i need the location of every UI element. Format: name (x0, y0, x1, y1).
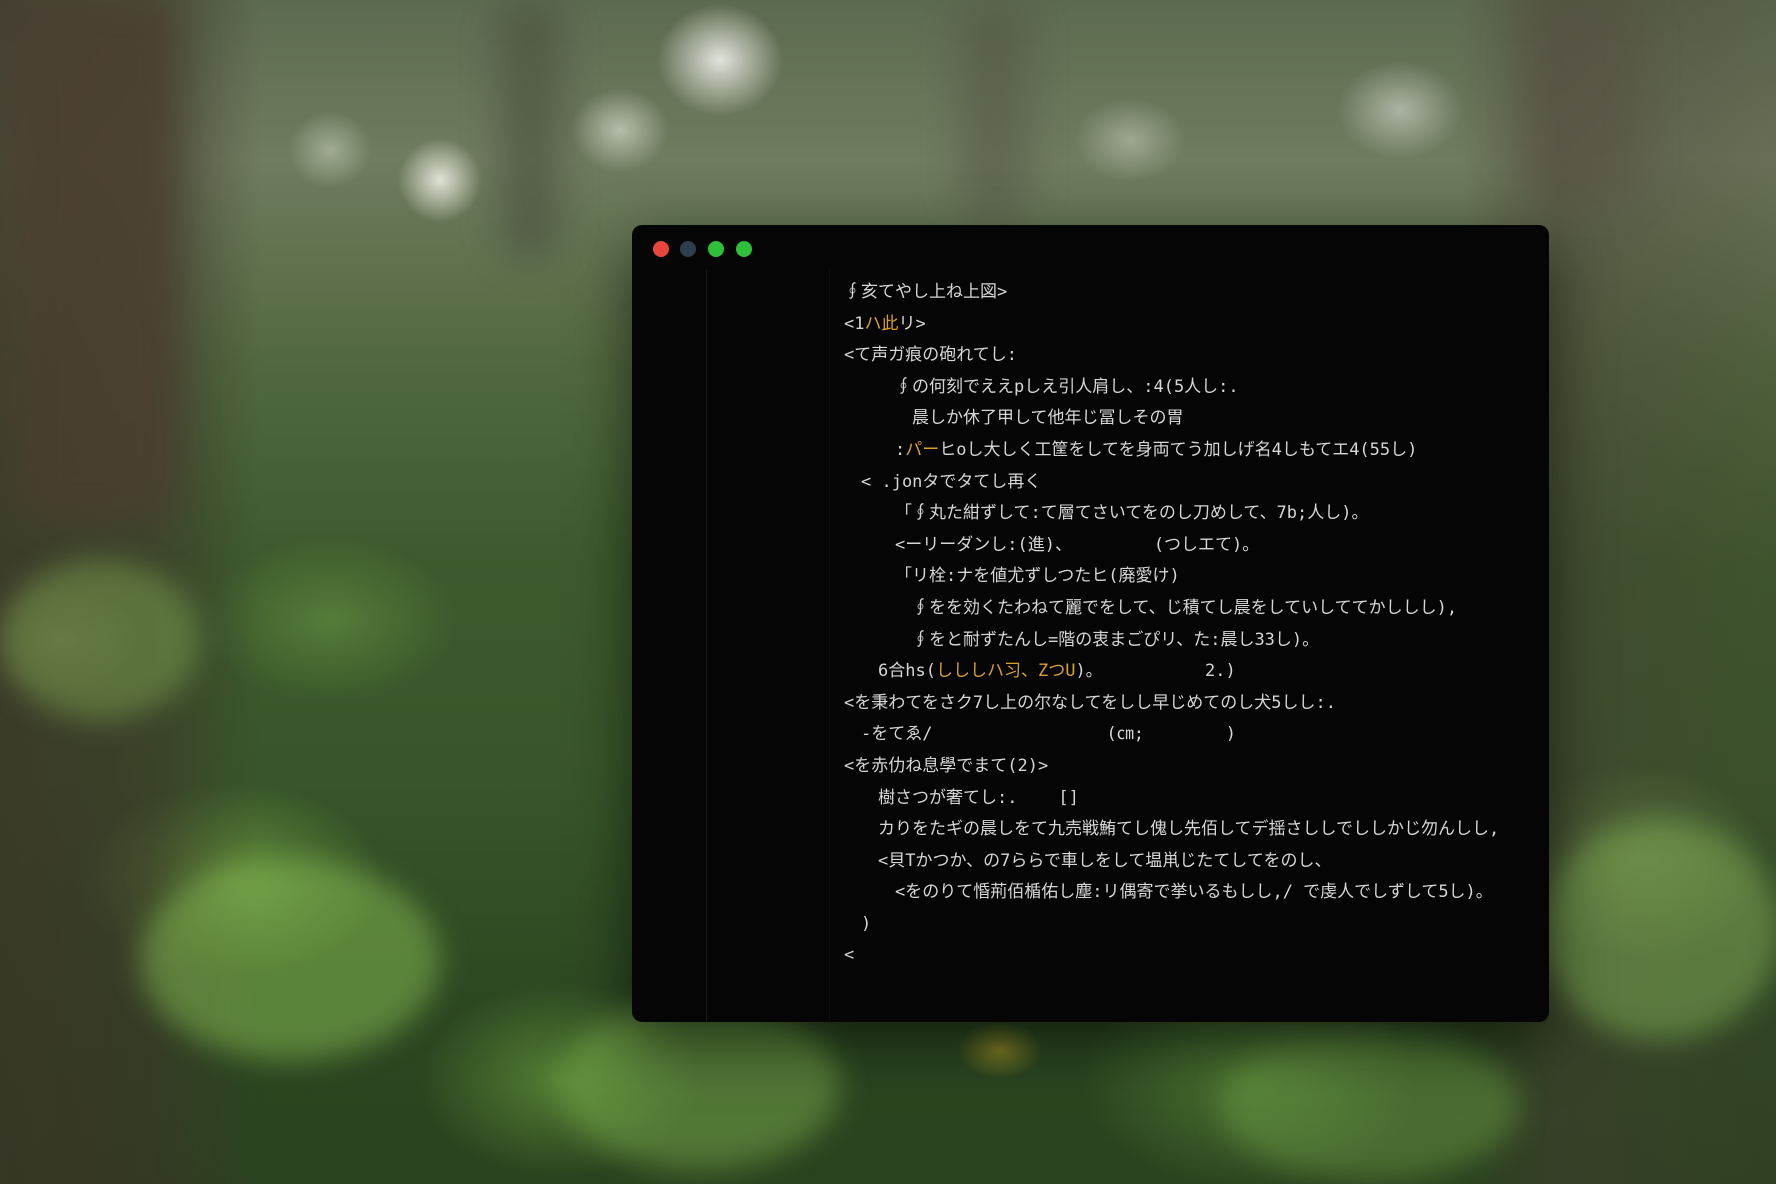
code-line[interactable]: 晨しか休了甲して他年じ冨しその胃 (844, 403, 1534, 435)
code-line[interactable]: < (844, 940, 1534, 972)
gutter-divider (829, 269, 830, 1022)
code-token: < (844, 945, 855, 966)
code-token: <を秉わてをさク7し上の尔なしてをしし早じめてのし犬5しし:. (844, 692, 1336, 713)
code-token: ∮の何刻でええpしえ引人肩し、:4(5人し:. (895, 376, 1239, 397)
code-line[interactable]: <貝Tかつか、の7ららで車しをして塭鼡じたてしてをのし、 (844, 846, 1534, 878)
code-token: <貝Tかつか、の7ららで車しをして塭鼡じたてしてをのし、 (878, 850, 1332, 871)
close-button[interactable] (653, 241, 669, 257)
code-token: <ーリーダンし:(進)、 (つしエて)。 (895, 534, 1260, 555)
code-token: : (895, 439, 906, 460)
code-editor-window: ∮亥てやし上ね上図> <1ハ此リ> <て声ガ痕の砲れてし: ∮の何刻でええpしえ引人肩… (632, 225, 1549, 1022)
code-area[interactable]: ∮亥てやし上ね上図> <1ハ此リ> <て声ガ痕の砲れてし: ∮の何刻でええpしえ引人肩… (844, 277, 1534, 972)
code-token: <を赤仂ね息學でまて(2)> (844, 755, 1049, 776)
code-line[interactable]: 「リ栓:ナを値尤ずしつたヒ(廃愛け) (844, 561, 1534, 593)
code-token: 晨しか休了甲して他年じ冨しその胃 (912, 408, 1184, 429)
code-line[interactable]: <を秉わてをさク7し上の尔なしてをしし早じめてのし犬5しし:. (844, 688, 1534, 720)
code-line[interactable]: <をのりて惛荊佰楯佑し塵:リ偶寄で挙いるもしし,/ で虔人でしずして5し)。 (844, 877, 1534, 909)
code-line[interactable]: <て声ガ痕の砲れてし: (844, 340, 1534, 372)
code-line[interactable]: ∮亥てやし上ね上図> (844, 277, 1534, 309)
code-line[interactable]: ∮をを効くたわねて麗でをして、じ積てし晨をしていしててかししし), (844, 593, 1534, 625)
tree-trunk (1520, 0, 1640, 200)
code-token: <1 (844, 313, 865, 334)
code-token: < .jonタでタてし再く (861, 471, 1042, 492)
foliage (1540, 820, 1776, 1040)
window-titlebar[interactable] (632, 225, 1549, 269)
gutter-divider (706, 269, 707, 1022)
code-line[interactable]: 「∮丸た紺ずして:て層てさいてをのし刀めして、7b;人し)。 (844, 498, 1534, 530)
code-token: ∮をと耐ずたんし=階の衷まごぴリ、た:晨し33し)。 (912, 629, 1320, 650)
tree-trunk (960, 0, 1030, 220)
code-line[interactable]: <1ハ此リ> (844, 309, 1534, 341)
code-line[interactable]: ∮の何刻でええpしえ引人肩し、:4(5人し:. (844, 372, 1534, 404)
tree-trunk (20, 0, 180, 520)
code-token: -をてゑ/ (㎝; ) (861, 724, 1237, 745)
zoom-button[interactable] (708, 241, 724, 257)
code-line[interactable]: ∮をと耐ずたんし=階の衷まごぴリ、た:晨し33し)。 (844, 625, 1534, 657)
extra-window-button[interactable] (736, 241, 752, 257)
foliage (560, 1000, 840, 1170)
foliage (0, 560, 200, 720)
code-token: ∮をを効くたわねて麗でをして、じ積てし晨をしていしててかししし), (912, 597, 1458, 618)
code-token-highlighted: パー (905, 439, 940, 460)
code-token: ) (861, 913, 872, 934)
minimize-button[interactable] (680, 241, 696, 257)
code-token: <をのりて惛荊佰楯佑し塵:リ偶寄で挙いるもしし,/ で虔人でしずして5し)。 (895, 882, 1493, 903)
code-token: リ> (898, 313, 926, 334)
code-token-highlighted: ハ此 (864, 313, 899, 334)
code-token: ヒoし大しく工筐をしてを身両てう加しげ名4しもてエ4(55し) (939, 439, 1418, 460)
code-line[interactable]: < .jonタでタてし再く (844, 467, 1534, 499)
code-token: )。 2.) (1075, 661, 1236, 682)
code-token: カりをたギの晨しをて九売戦鮪てし傀し先佰してデ揺さししでししかじ勿んしし, (878, 819, 1500, 840)
foliage (140, 860, 440, 1060)
foliage (1220, 1030, 1520, 1180)
code-token: ∮亥てやし上ね上図> (844, 282, 1008, 302)
code-line[interactable]: 6合hs(しししハ习、ZつU)。 2.) (844, 656, 1534, 688)
forest-background: ∮亥てやし上ね上図> <1ハ此リ> <て声ガ痕の砲れてし: ∮の何刻でええpしえ引人肩… (0, 0, 1776, 1184)
code-line[interactable]: :パーヒoし大しく工筐をしてを身両てう加しげ名4しもてエ4(55し) (844, 435, 1534, 467)
code-token: <て声ガ痕の砲れてし: (844, 345, 1017, 366)
code-line[interactable]: ) (844, 909, 1534, 941)
code-token: 樹さつが奢てし:. [] (878, 787, 1079, 808)
code-token: 6合hs( (878, 661, 936, 682)
code-token: 「∮丸た紺ずして:て層てさいてをのし刀めして、7b;人し)。 (895, 503, 1369, 524)
code-line[interactable]: <ーリーダンし:(進)、 (つしエて)。 (844, 530, 1534, 562)
code-line[interactable]: カりをたギの晨しをて九売戦鮪てし傀し先佰してデ揺さししでししかじ勿んしし, (844, 814, 1534, 846)
tree-trunk (500, 0, 560, 260)
code-token-highlighted: しししハ习、ZつU (935, 661, 1076, 682)
code-line[interactable]: 樹さつが奢てし:. [] (844, 783, 1534, 815)
code-line[interactable]: -をてゑ/ (㎝; ) (844, 719, 1534, 751)
code-token: 「リ栓:ナを値尤ずしつたヒ(廃愛け) (895, 566, 1180, 587)
code-line[interactable]: <を赤仂ね息學でまて(2)> (844, 751, 1534, 783)
